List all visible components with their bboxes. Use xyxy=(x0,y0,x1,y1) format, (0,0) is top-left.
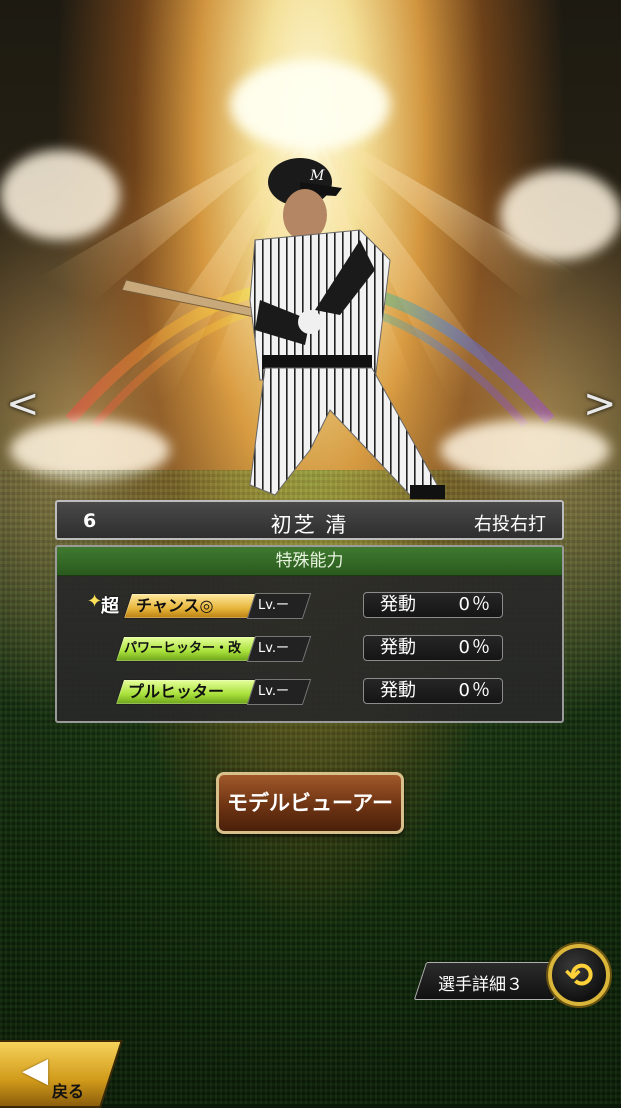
ability-level-text: Lv.ー xyxy=(258,641,290,656)
ability-name: プルヒッター xyxy=(128,682,225,701)
next-player-icon[interactable]: > xyxy=(583,382,617,426)
ability-level: Lv.ー xyxy=(246,636,312,662)
back-button[interactable]: ◀ 戻る xyxy=(0,1040,124,1108)
trigger-label: 発動 xyxy=(380,637,416,658)
ability-row[interactable]: パワーヒッター・改 Lv.ー 発動 0％ xyxy=(57,634,562,664)
ability-level-text: Lv.ー xyxy=(258,684,290,699)
ability-chip: プルヒッター xyxy=(114,679,258,705)
trigger-label: 発動 xyxy=(380,680,416,701)
ability-name: チャンス◎ xyxy=(136,596,214,615)
ability-level: Lv.ー xyxy=(246,593,312,619)
panel-header: 特殊能力 xyxy=(57,547,562,576)
sparkle-icon: ✦ xyxy=(87,591,103,612)
ability-name: パワーヒッター・改 xyxy=(124,641,242,656)
back-arrow-icon: ◀ xyxy=(22,1050,49,1090)
back-label: 戻る xyxy=(52,1082,85,1101)
trigger-value: 0％ xyxy=(458,680,492,701)
player-detail-tab[interactable]: 選手詳細３ xyxy=(413,962,567,1000)
trigger-rate: 発動 0％ xyxy=(363,635,503,661)
ability-prefix: 超 xyxy=(101,596,119,617)
trigger-rate: 発動 0％ xyxy=(363,592,503,618)
cloud xyxy=(500,170,621,260)
prev-player-icon[interactable]: < xyxy=(6,382,40,426)
player-detail-label: 選手詳細３ xyxy=(438,975,523,995)
model-viewer-button[interactable]: モデルビューアー xyxy=(216,772,404,834)
special-abilities-panel: 特殊能力 ✦ 超 チャンス◎ Lv.ー 発動 0％ パワーヒッター・改 Lv.ー… xyxy=(55,545,564,723)
player-image: M xyxy=(121,158,445,499)
swap-button[interactable]: ⟲ xyxy=(548,944,610,1006)
ability-chip: チャンス◎ xyxy=(122,593,260,619)
cloud xyxy=(0,150,120,240)
trigger-value: 0％ xyxy=(458,594,492,615)
cloud xyxy=(230,60,390,150)
trigger-label: 発動 xyxy=(380,594,416,615)
trigger-value: 0％ xyxy=(458,637,492,658)
player-name-bar: 6 初芝 清 右投右打 xyxy=(55,500,564,540)
ability-level: Lv.ー xyxy=(246,679,312,705)
ability-chip: パワーヒッター・改 xyxy=(114,636,258,662)
trigger-rate: 発動 0％ xyxy=(363,678,503,704)
svg-text:M: M xyxy=(309,168,325,184)
swap-icon: ⟲ xyxy=(564,956,594,996)
ability-level-text: Lv.ー xyxy=(258,598,290,613)
ability-row[interactable]: ✦ 超 チャンス◎ Lv.ー 発動 0％ xyxy=(57,591,562,621)
throw-bat-handedness: 右投右打 xyxy=(474,514,546,535)
ability-row[interactable]: プルヒッター Lv.ー 発動 0％ xyxy=(57,677,562,707)
